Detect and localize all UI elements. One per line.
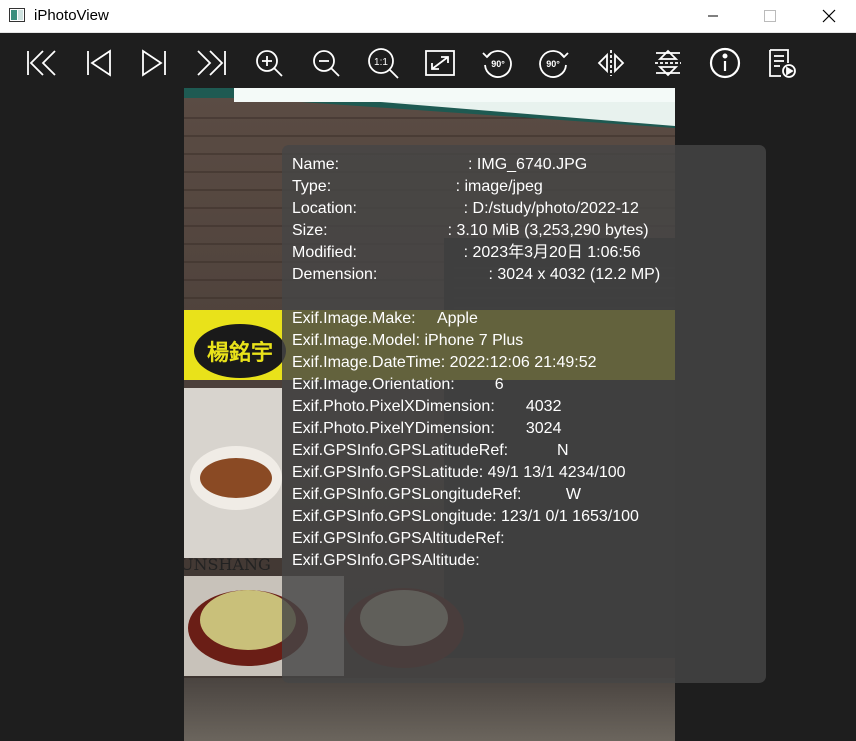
zoom-out-icon: [313, 50, 340, 77]
exif-orientation: Exif.Image.Orientation: 6: [292, 376, 504, 393]
zoom-in-button[interactable]: [249, 43, 289, 83]
info-type: Type: : image/jpeg: [292, 178, 543, 195]
title-bar: iPhotoView: [0, 0, 856, 33]
photo-shop-text: UNSHANG: [184, 555, 271, 574]
rotate-ccw-icon: 90°: [482, 50, 512, 78]
exif-pixel-y: Exif.Photo.PixelYDimension: 3024: [292, 420, 562, 437]
exif-altitude-ref: Exif.GPSInfo.GPSAltitudeRef:: [292, 530, 505, 547]
info-modified: Modified: : 2023年3月20日 1:06:56: [292, 244, 641, 261]
previous-icon: [87, 49, 111, 77]
exif-datetime: Exif.Image.DateTime: 2022:12:06 21:49:52: [292, 354, 597, 371]
rotate-right-button[interactable]: 90°: [534, 43, 574, 83]
exif-model: Exif.Image.Model: iPhone 7 Plus: [292, 332, 524, 349]
skip-last-icon: [197, 50, 226, 76]
slideshow-button[interactable]: [762, 43, 802, 83]
image-info-panel: Name: : IMG_6740.JPG Type: : image/jpeg …: [282, 145, 766, 683]
flip-horizontal-icon: [597, 50, 625, 76]
zoom-in-icon: [256, 50, 283, 77]
info-name: Name: : IMG_6740.JPG: [292, 156, 588, 173]
toolbar: 1:1 90° 90°: [0, 33, 856, 88]
close-button[interactable]: [806, 0, 852, 32]
info-dimension: Demension: : 3024 x 4032 (12.2 MP): [292, 266, 661, 283]
svg-text:90°: 90°: [546, 59, 560, 69]
skip-first-icon: [27, 50, 56, 76]
info-icon: [709, 47, 741, 79]
svg-text:90°: 90°: [491, 59, 505, 69]
svg-text:1:1: 1:1: [374, 57, 388, 68]
photo-sign-text: 楊銘宇: [207, 340, 273, 366]
exif-make: Exif.Image.Make: Apple: [292, 310, 478, 327]
app-icon: [9, 8, 25, 22]
rotate-cw-icon: 90°: [539, 50, 569, 78]
minimize-icon: [708, 15, 718, 17]
next-icon: [142, 49, 166, 77]
exif-longitude-ref: Exif.GPSInfo.GPSLongitudeRef: W: [292, 486, 582, 503]
minimize-button[interactable]: [690, 0, 736, 32]
actual-size-button[interactable]: 1:1: [363, 43, 403, 83]
info-size: Size: : 3.10 MiB (3,253,290 bytes): [292, 222, 649, 239]
window-title: iPhotoView: [34, 7, 109, 24]
info-button[interactable]: [705, 43, 745, 83]
info-location: Location: : D:/study/photo/2022-12: [292, 200, 639, 217]
next-image-button[interactable]: [135, 43, 175, 83]
close-icon: [822, 9, 836, 23]
flip-vertical-button[interactable]: [648, 43, 688, 83]
previous-image-button[interactable]: [78, 43, 118, 83]
zoom-out-button[interactable]: [306, 43, 346, 83]
zoom-actual-size-icon: 1:1: [368, 48, 399, 79]
rotate-left-button[interactable]: 90°: [477, 43, 517, 83]
maximize-button[interactable]: [747, 0, 793, 32]
document-play-icon: [769, 49, 796, 78]
flip-vertical-icon: [655, 49, 681, 77]
first-image-button[interactable]: [21, 43, 61, 83]
expand-icon: [425, 50, 455, 76]
fit-window-button[interactable]: [420, 43, 460, 83]
exif-latitude-ref: Exif.GPSInfo.GPSLatitudeRef: N: [292, 442, 569, 459]
last-image-button[interactable]: [192, 43, 232, 83]
exif-altitude: Exif.GPSInfo.GPSAltitude:: [292, 552, 480, 569]
maximize-icon: [764, 10, 776, 22]
exif-longitude: Exif.GPSInfo.GPSLongitude: 123/1 0/1 165…: [292, 508, 639, 525]
exif-pixel-x: Exif.Photo.PixelXDimension: 4032: [292, 398, 562, 415]
flip-horizontal-button[interactable]: [591, 43, 631, 83]
exif-latitude: Exif.GPSInfo.GPSLatitude: 49/1 13/1 4234…: [292, 464, 626, 481]
